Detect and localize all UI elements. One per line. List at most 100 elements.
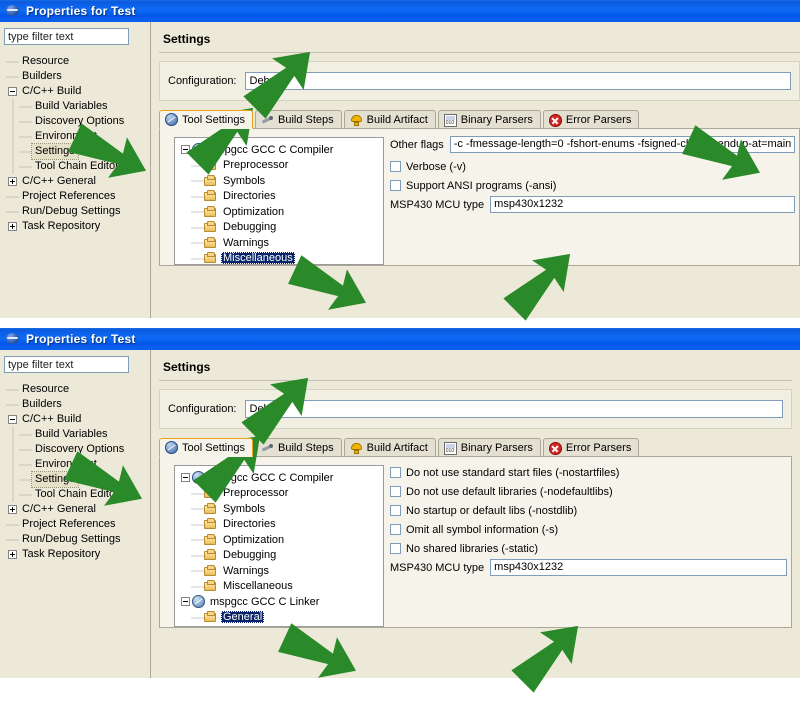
tool-tree[interactable]: mspgcc GCC C Compiler Preprocessor Symbols… — [174, 465, 384, 627]
configuration-select[interactable]: Debug — [244, 400, 783, 418]
sidebar-item-task-repository[interactable]: Task Repository — [4, 547, 150, 562]
sidebar-item-discovery-options[interactable]: Discovery Options — [4, 114, 150, 129]
checkbox-row-no-shared-libraries-static[interactable]: No shared libraries (-static) — [390, 540, 791, 557]
sidebar-item-c-c-build[interactable]: C/C++ Build — [4, 84, 150, 99]
tool-tree-item-optimization[interactable]: Optimization — [175, 204, 383, 220]
sidebar-item-environment[interactable]: Environment — [4, 457, 150, 472]
filter-input[interactable]: type filter text — [4, 28, 129, 45]
sidebar-item-c-c-build[interactable]: C/C++ Build — [4, 412, 150, 427]
tool-tree-item-miscellaneous[interactable]: Miscellaneous — [175, 578, 383, 595]
sidebar-item-label: Resource — [22, 55, 70, 67]
sidebar-item-run-debug-settings[interactable]: Run/Debug Settings — [4, 532, 150, 547]
tool-tree-item-directories[interactable]: Directories — [175, 188, 383, 205]
sidebar-item-run-debug-settings[interactable]: Run/Debug Settings — [4, 204, 150, 219]
settings-tab-bar: Tool Settings Build Steps Build Artifact Bi… — [159, 109, 800, 129]
tree-guide-dots — [19, 487, 32, 502]
collapse-minus-icon[interactable] — [6, 412, 19, 427]
checkbox-verbose-v[interactable] — [390, 161, 401, 172]
tab-binary-parsers[interactable]: Binary Parsers — [437, 438, 541, 457]
tool-tree-item-directories[interactable]: Directories — [175, 516, 383, 533]
tool-tree-item-warnings[interactable]: Warnings — [175, 235, 383, 251]
tab-error-parsers[interactable]: Error Parsers — [542, 438, 640, 457]
sidebar-item-label: Run/Debug Settings — [22, 533, 121, 545]
checkbox-omit-all-symbol-information-s[interactable] — [390, 524, 401, 535]
sidebar-item-environment[interactable]: Environment — [4, 129, 150, 144]
checkbox-do-not-use-default-libraries-nodefaultlibs[interactable] — [390, 486, 401, 497]
configuration-select[interactable]: Debug — [244, 72, 792, 90]
sidebar-item-build-variables[interactable]: Build Variables — [4, 99, 150, 114]
checkbox-no-startup-or-default-libs-nostdlib[interactable] — [390, 505, 401, 516]
tool-tree-item-debugging[interactable]: Debugging — [175, 547, 383, 564]
tab-build-artifact[interactable]: Build Artifact — [343, 438, 436, 457]
tree-guide-dots — [191, 250, 204, 264]
checkbox-no-shared-libraries-static[interactable] — [390, 543, 401, 554]
checkbox-support-ansi-programs-ansi[interactable] — [390, 180, 401, 191]
collapse-minus-icon[interactable] — [179, 142, 192, 157]
tool-tree-item-general[interactable]: General — [175, 609, 383, 626]
checkbox-row-do-not-use-standard-start-files-nostartfiles[interactable]: Do not use standard start files (-nostar… — [390, 464, 791, 481]
msp430-mcu-type-input[interactable]: msp430x1232 — [490, 196, 796, 213]
sidebar-item-tool-chain-editor[interactable]: Tool Chain Editor — [4, 487, 150, 502]
checkbox-row-omit-all-symbol-information-s[interactable]: Omit all symbol information (-s) — [390, 521, 791, 538]
tab-build-steps[interactable]: Build Steps — [254, 110, 342, 129]
tab-build-artifact[interactable]: Build Artifact — [343, 110, 436, 129]
collapse-minus-icon[interactable] — [6, 84, 19, 99]
sidebar-item-project-references[interactable]: Project References — [4, 517, 150, 532]
tab-build-steps[interactable]: Build Steps — [254, 438, 342, 457]
tab-label: Build Artifact — [366, 442, 428, 454]
sidebar-item-settings[interactable]: Settings — [4, 471, 150, 488]
msp430-mcu-type-input[interactable]: msp430x1232 — [490, 559, 787, 576]
sidebar-item-task-repository[interactable]: Task Repository — [4, 219, 150, 234]
tab-binary-parsers[interactable]: Binary Parsers — [437, 110, 541, 129]
checkbox-row-verbose-v[interactable]: Verbose (-v) — [390, 158, 799, 175]
tool-tree-item-mspgcc-gcc-c-compiler[interactable]: mspgcc GCC C Compiler — [175, 470, 383, 486]
sidebar-item-c-c-general[interactable]: C/C++ General — [4, 174, 150, 189]
sidebar-item-builders[interactable]: Builders — [4, 397, 150, 412]
sidebar-item-settings[interactable]: Settings — [4, 143, 150, 160]
sidebar-item-resource[interactable]: Resource — [4, 54, 150, 69]
tool-tree-item-mspgcc-gcc-c-linker[interactable]: mspgcc GCC C Linker — [175, 594, 383, 610]
sidebar-item-builders[interactable]: Builders — [4, 69, 150, 84]
checkbox-row-support-ansi-programs-ansi[interactable]: Support ANSI programs (-ansi) — [390, 177, 799, 194]
tool-tree-item-optimization[interactable]: Optimization — [175, 532, 383, 548]
tool-tree-item-miscellaneous[interactable]: Miscellaneous — [175, 250, 383, 264]
checkbox-row-no-startup-or-default-libs-nostdlib[interactable]: No startup or default libs (-nostdlib) — [390, 502, 791, 519]
tool-settings-icon — [165, 441, 178, 454]
expand-plus-icon[interactable] — [6, 547, 19, 562]
sidebar-item-build-variables[interactable]: Build Variables — [4, 427, 150, 442]
collapse-minus-icon[interactable] — [179, 594, 192, 609]
tool-tree-item-preprocessor[interactable]: Preprocessor — [175, 485, 383, 502]
tool-tree-item-mspgcc-gcc-c-compiler[interactable]: mspgcc GCC C Compiler — [175, 142, 383, 158]
sidebar-item-c-c-general[interactable]: C/C++ General — [4, 502, 150, 517]
tool-tree-item-label: General — [221, 611, 265, 624]
page-title: Settings — [163, 360, 211, 374]
title-divider — [159, 52, 800, 53]
tool-tree-item-warnings[interactable]: Warnings — [175, 563, 383, 579]
sidebar-item-resource[interactable]: Resource — [4, 382, 150, 397]
checkbox-do-not-use-standard-start-files-nostartfiles[interactable] — [390, 467, 401, 478]
tool-tree-item-symbols[interactable]: Symbols — [175, 501, 383, 517]
filter-input[interactable]: type filter text — [4, 356, 129, 373]
tab-tool-settings[interactable]: Tool Settings — [159, 110, 253, 129]
checkbox-label: Do not use default libraries (-nodefault… — [406, 485, 613, 498]
tool-tree-item-debugging[interactable]: Debugging — [175, 219, 383, 236]
tool-tree-item-symbols[interactable]: Symbols — [175, 173, 383, 189]
sidebar-item-project-references[interactable]: Project References — [4, 189, 150, 204]
checkbox-row-do-not-use-default-libraries-nodefaultlibs[interactable]: Do not use default libraries (-nodefault… — [390, 483, 791, 500]
page-title: Settings — [163, 32, 211, 46]
minus-glyph — [181, 473, 190, 483]
expand-plus-icon[interactable] — [6, 219, 19, 234]
expand-plus-icon[interactable] — [6, 174, 19, 189]
tab-tool-settings[interactable]: Tool Settings — [159, 438, 253, 457]
folder-icon — [204, 252, 218, 264]
sidebar-item-tool-chain-editor[interactable]: Tool Chain Editor — [4, 159, 150, 174]
collapse-minus-icon[interactable] — [179, 470, 192, 485]
tool-tree-item-preprocessor[interactable]: Preprocessor — [175, 157, 383, 174]
expand-plus-icon[interactable] — [6, 502, 19, 517]
sidebar-item-discovery-options[interactable]: Discovery Options — [4, 442, 150, 457]
tab-error-parsers[interactable]: Error Parsers — [542, 110, 640, 129]
folder-icon — [204, 236, 218, 249]
other-flags-input[interactable]: -c -fmessage-length=0 -fshort-enums -fsi… — [449, 136, 796, 153]
tool-options-form: Other flags -c -fmessage-length=0 -fshort… — [384, 129, 800, 265]
tool-tree[interactable]: mspgcc GCC C Compiler Preprocessor Symbols… — [174, 137, 384, 265]
